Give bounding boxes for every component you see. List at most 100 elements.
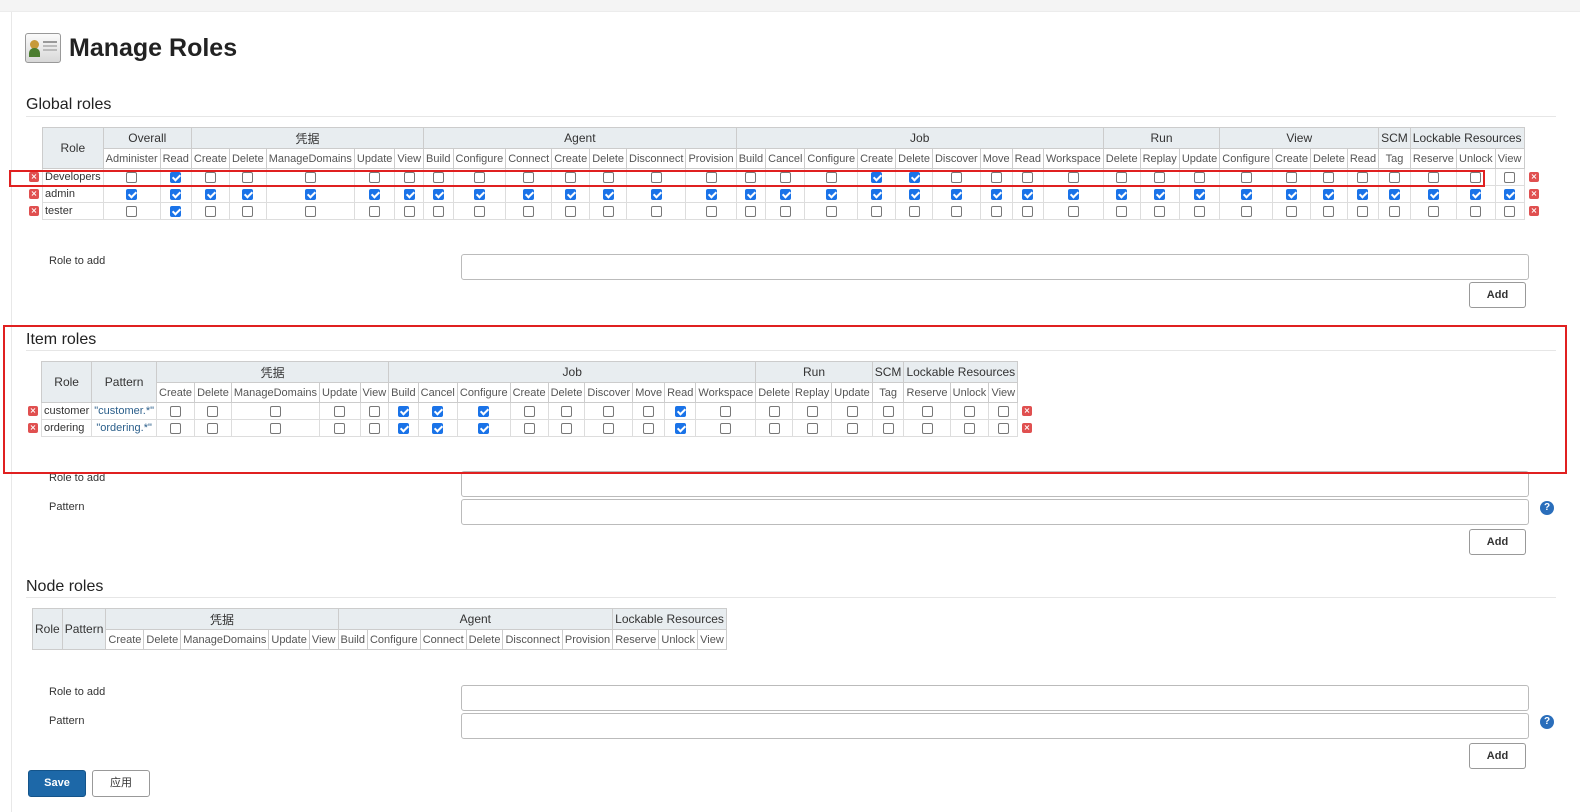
permission-checkbox[interactable]: [871, 188, 883, 200]
permission-checkbox[interactable]: [1504, 188, 1516, 200]
permission-checkbox[interactable]: [170, 205, 182, 217]
item-pattern-help-icon[interactable]: ?: [1540, 501, 1554, 515]
delete-role-icon[interactable]: ×: [28, 423, 38, 433]
permission-checkbox[interactable]: [1470, 188, 1482, 200]
permission-checkbox[interactable]: [1286, 205, 1298, 217]
node-group-header-agent: Agent: [337, 608, 614, 630]
permission-checkbox[interactable]: [1116, 205, 1128, 217]
permission-checkbox[interactable]: [565, 205, 577, 217]
permission-checkbox[interactable]: [950, 205, 962, 217]
permission-checkbox[interactable]: [1388, 205, 1400, 217]
delete-role-icon[interactable]: ×: [1022, 423, 1032, 433]
permission-checkbox[interactable]: [1022, 205, 1034, 217]
global-permission-header: Tag: [1378, 148, 1411, 169]
permission-checkbox[interactable]: [825, 205, 837, 217]
permission-checkbox[interactable]: [779, 188, 791, 200]
permission-checkbox[interactable]: [1427, 205, 1439, 217]
permission-checkbox[interactable]: [126, 188, 138, 200]
node-pattern-help-icon[interactable]: ?: [1540, 715, 1554, 729]
permission-checkbox[interactable]: [908, 188, 920, 200]
global-permission-header: Update: [1178, 148, 1221, 169]
permission-checkbox[interactable]: [825, 188, 837, 200]
global-group-header-overall: Overall: [102, 127, 192, 149]
permission-checkbox[interactable]: [1388, 188, 1400, 200]
permission-checkbox[interactable]: [304, 188, 316, 200]
delete-role-icon[interactable]: ×: [28, 406, 38, 416]
permission-checkbox[interactable]: [1286, 188, 1298, 200]
item-role-to-add-input[interactable]: [461, 471, 1529, 497]
delete-role-icon[interactable]: ×: [29, 206, 39, 216]
node-role-to-add-input[interactable]: [461, 685, 1529, 711]
item-pattern-input[interactable]: [461, 499, 1529, 525]
permission-checkbox[interactable]: [1357, 188, 1369, 200]
permission-checkbox[interactable]: [745, 205, 757, 217]
node-pattern-input[interactable]: [461, 713, 1529, 739]
permission-checkbox[interactable]: [1240, 205, 1252, 217]
permission-checkbox[interactable]: [1323, 188, 1335, 200]
permission-checkbox[interactable]: [1357, 205, 1369, 217]
permission-checkbox[interactable]: [1154, 205, 1166, 217]
permission-checkbox[interactable]: [745, 188, 757, 200]
permission-checkbox[interactable]: [304, 205, 316, 217]
delete-role-icon[interactable]: ×: [1022, 406, 1032, 416]
global-role-to-add-input[interactable]: [461, 254, 1529, 280]
permission-checkbox[interactable]: [523, 205, 535, 217]
permission-checkbox[interactable]: [602, 205, 614, 217]
permission-checkbox[interactable]: [242, 188, 254, 200]
permission-checkbox[interactable]: [1116, 188, 1128, 200]
permission-checkbox[interactable]: [650, 205, 662, 217]
permission-checkbox[interactable]: [1067, 205, 1079, 217]
permission-checkbox[interactable]: [705, 205, 717, 217]
item-add-button[interactable]: Add: [1469, 529, 1526, 555]
delete-role-icon[interactable]: ×: [1529, 206, 1539, 216]
permission-checkbox[interactable]: [1323, 205, 1335, 217]
save-button[interactable]: Save: [28, 770, 86, 797]
permission-checkbox[interactable]: [1427, 188, 1439, 200]
permission-checkbox[interactable]: [204, 205, 216, 217]
permission-checkbox[interactable]: [990, 205, 1002, 217]
permission-checkbox[interactable]: [369, 188, 381, 200]
permission-checkbox[interactable]: [1240, 188, 1252, 200]
permission-checkbox[interactable]: [432, 205, 444, 217]
global-role-to-add-label: Role to add: [49, 255, 106, 267]
permission-checkbox[interactable]: [432, 188, 444, 200]
permission-checkbox[interactable]: [565, 188, 577, 200]
permission-checkbox[interactable]: [650, 188, 662, 200]
global-group-header-job: Job: [735, 127, 1104, 149]
permission-checkbox[interactable]: [705, 188, 717, 200]
permission-checkbox[interactable]: [170, 188, 182, 200]
permission-checkbox[interactable]: [950, 188, 962, 200]
apply-button[interactable]: 应用: [92, 770, 150, 797]
permission-checkbox[interactable]: [871, 205, 883, 217]
permission-checkbox[interactable]: [473, 205, 485, 217]
delete-role-icon[interactable]: ×: [29, 172, 39, 182]
permission-checkbox[interactable]: [990, 188, 1002, 200]
permission-checkbox[interactable]: [403, 188, 415, 200]
permission-checkbox[interactable]: [242, 205, 254, 217]
node-permission-header: Build: [337, 629, 368, 650]
global-role-row-admin: admin: [42, 185, 1525, 203]
delete-role-icon[interactable]: ×: [1529, 172, 1539, 182]
node-add-button[interactable]: Add: [1469, 743, 1526, 769]
permission-checkbox[interactable]: [126, 205, 138, 217]
permission-checkbox[interactable]: [369, 205, 381, 217]
permission-checkbox[interactable]: [908, 205, 920, 217]
permission-checkbox[interactable]: [204, 188, 216, 200]
permission-checkbox[interactable]: [403, 205, 415, 217]
permission-checkbox[interactable]: [1067, 188, 1079, 200]
global-roles-heading: Global roles: [26, 96, 112, 113]
permission-checkbox[interactable]: [1470, 205, 1482, 217]
delete-role-icon[interactable]: ×: [29, 189, 39, 199]
permission-checkbox[interactable]: [1194, 205, 1206, 217]
permission-checkbox[interactable]: [779, 205, 791, 217]
permission-checkbox[interactable]: [1154, 188, 1166, 200]
delete-role-icon[interactable]: ×: [1529, 189, 1539, 199]
permission-checkbox[interactable]: [1194, 188, 1206, 200]
permission-checkbox[interactable]: [473, 188, 485, 200]
permission-checkbox[interactable]: [1022, 188, 1034, 200]
permission-checkbox[interactable]: [1504, 205, 1516, 217]
permission-checkbox[interactable]: [602, 188, 614, 200]
permission-checkbox[interactable]: [1504, 171, 1516, 183]
global-add-button[interactable]: Add: [1469, 282, 1526, 308]
permission-checkbox[interactable]: [523, 188, 535, 200]
